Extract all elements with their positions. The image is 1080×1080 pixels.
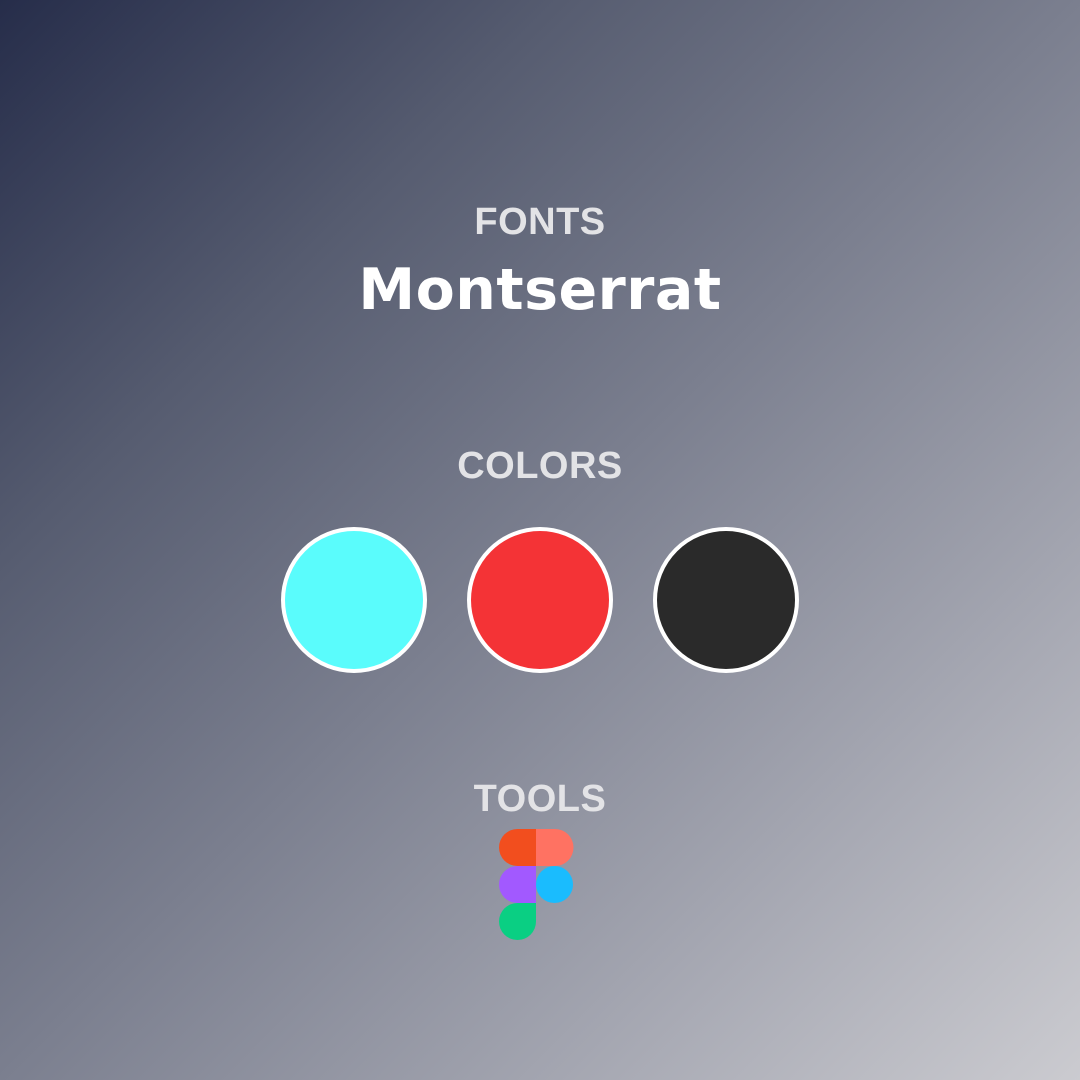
figma-icon-bottom-left (499, 903, 536, 940)
font-name: Montserrat (358, 257, 722, 323)
figma-icon-top-right (536, 829, 574, 866)
figma-icon-top-left (499, 829, 536, 866)
color-swatch-cyan (281, 527, 427, 673)
figma-icon-middle-right (536, 866, 573, 903)
colors-heading: COLORS (457, 445, 623, 487)
color-swatches (0, 527, 1080, 673)
fonts-heading: FONTS (474, 201, 606, 243)
tools-heading: TOOLS (473, 778, 607, 820)
figma-icon-middle-left (499, 866, 536, 903)
color-swatch-black (653, 527, 799, 673)
figma-icon (499, 829, 574, 940)
style-guide-card: FONTS Montserrat COLORS TOOLS (0, 0, 1080, 1080)
color-swatch-red (467, 527, 613, 673)
